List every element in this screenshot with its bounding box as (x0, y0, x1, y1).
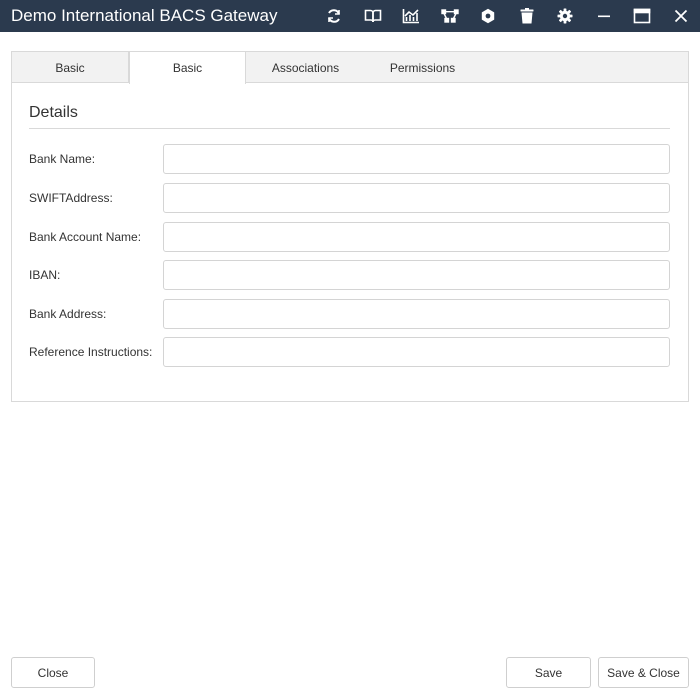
form-row-swift-address: SWIFTAddress: (29, 183, 670, 213)
section-divider (29, 128, 670, 129)
form-row-bank-account-name: Bank Account Name: (29, 222, 670, 252)
maximize-icon[interactable] (623, 0, 662, 32)
bank-name-input[interactable] (163, 144, 670, 174)
reference-instructions-label: Reference Instructions: (29, 345, 153, 359)
iban-input[interactable] (163, 260, 670, 290)
save-and-close-button[interactable]: Save & Close (598, 657, 689, 688)
minimize-icon[interactable] (585, 0, 624, 32)
form-row-reference-instructions: Reference Instructions: (29, 337, 670, 367)
book-icon[interactable] (354, 0, 393, 32)
refresh-icon[interactable] (315, 0, 354, 32)
reference-instructions-input[interactable] (163, 337, 670, 367)
swift-address-input[interactable] (163, 183, 670, 213)
form-row-bank-name: Bank Name: (29, 144, 670, 174)
tab-permissions[interactable]: Permissions (364, 52, 481, 83)
swift-address-label: SWIFTAddress: (29, 191, 113, 205)
tab-basic-1[interactable]: Basic (12, 52, 129, 83)
bank-account-name-input[interactable] (163, 222, 670, 252)
form-row-iban: IBAN: (29, 260, 670, 290)
hexagon-gear-icon[interactable] (469, 0, 508, 32)
tab-basic-2[interactable]: Basic (129, 52, 246, 84)
tab-strip: Basic Basic Associations Permissions (12, 52, 688, 84)
trash-icon[interactable] (508, 0, 547, 32)
titlebar-toolbar (315, 0, 700, 32)
bank-address-label: Bank Address: (29, 307, 107, 321)
close-button[interactable]: Close (11, 657, 95, 688)
window-title: Demo International BACS Gateway (11, 6, 278, 25)
settings-icon[interactable] (546, 0, 585, 32)
tab-associations[interactable]: Associations (247, 52, 364, 83)
window-titlebar: Demo International BACS Gateway (0, 0, 700, 32)
details-panel: Basic Basic Associations Permissions Det… (11, 51, 689, 402)
close-icon[interactable] (662, 0, 700, 32)
workflow-icon[interactable] (431, 0, 470, 32)
chart-icon[interactable] (392, 0, 431, 32)
section-title: Details (29, 104, 78, 121)
bank-address-input[interactable] (163, 299, 670, 329)
save-button[interactable]: Save (506, 657, 591, 688)
bank-name-label: Bank Name: (29, 152, 96, 166)
iban-label: IBAN: (29, 268, 61, 282)
bank-account-name-label: Bank Account Name: (29, 230, 142, 244)
form-row-bank-address: Bank Address: (29, 299, 670, 329)
